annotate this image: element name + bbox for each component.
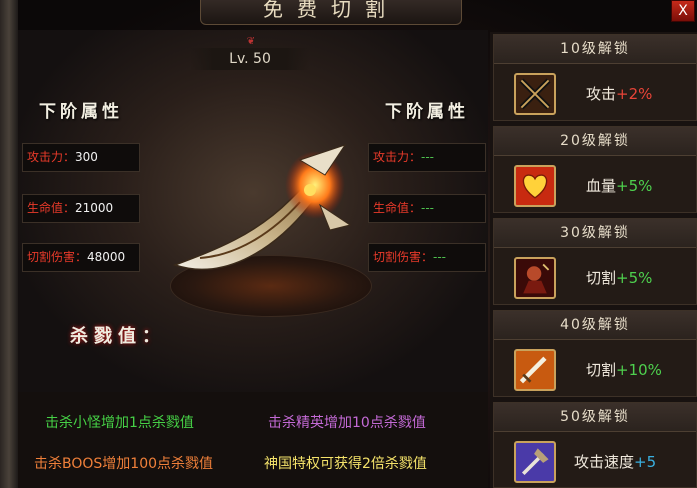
unlock-bonus: +5	[634, 453, 657, 471]
unlock-stat: 血量+5%	[586, 175, 652, 196]
unlock-bonus: +10%	[616, 361, 662, 379]
stat-label: 切割伤害：	[27, 250, 88, 264]
axe-icon	[514, 441, 556, 483]
heart-icon	[514, 165, 556, 207]
right-stat-cut-damage: 切割伤害：---	[368, 243, 486, 272]
stat-label: 攻击力：	[27, 150, 76, 164]
stat-value: 48000	[87, 250, 126, 264]
hint-text: 神国特权可获得2倍杀戮值	[264, 456, 427, 472]
unlock-stat-name: 切割	[586, 361, 617, 379]
sword-icon	[514, 349, 556, 391]
hint-text: 击杀BOOS增加100点杀戮值	[34, 456, 214, 472]
unlock-title: 10级解锁	[494, 35, 696, 64]
stat-value: ---	[421, 150, 435, 164]
unlock-card-10: 10级解锁 攻击+2%	[493, 34, 697, 121]
left-border	[0, 0, 18, 488]
unlock-stat: 切割+10%	[586, 359, 662, 380]
left-stat-attack: 攻击力：300	[22, 143, 140, 172]
unlock-card-30: 30级解锁 切割+5%	[493, 218, 697, 305]
kill-value-label: 杀戮值：	[70, 326, 166, 347]
stat-value: 300	[75, 150, 98, 164]
stat-label: 攻击力：	[373, 150, 422, 164]
close-button[interactable]: X	[671, 0, 695, 22]
right-stat-hp: 生命值：---	[368, 194, 486, 223]
stat-value: 21000	[75, 201, 114, 215]
left-attr-heading: 下阶属性	[39, 102, 123, 122]
warrior-icon	[514, 257, 556, 299]
unlock-card-20: 20级解锁 血量+5%	[493, 126, 697, 213]
unlock-card-50: 50级解锁 攻击速度+5	[493, 402, 697, 488]
crossed-swords-icon	[514, 73, 556, 115]
unlock-stat: 攻击速度+5	[574, 451, 656, 472]
stat-label: 切割伤害：	[373, 250, 434, 264]
unlock-bonus: +5%	[616, 269, 653, 287]
stat-value: ---	[433, 250, 447, 264]
left-stat-cut-damage: 切割伤害：48000	[22, 243, 140, 272]
unlock-title: 50级解锁	[494, 403, 696, 432]
window-frame: 免费切割 X ❦ Lv. 50 下阶属性 攻击力：300 生命值：21000 切…	[0, 0, 697, 488]
unlock-stat: 切割+5%	[586, 267, 652, 288]
unlock-stat-name: 切割	[586, 269, 617, 287]
stat-label: 生命值：	[27, 201, 76, 215]
unlock-title: 20级解锁	[494, 127, 696, 156]
blade-weapon-icon	[172, 144, 352, 270]
hint-area	[18, 392, 488, 488]
ornament-icon: ❦	[246, 36, 256, 47]
level-badge: Lv. 50	[190, 48, 310, 70]
unlock-title: 40级解锁	[494, 311, 696, 340]
stat-label: 生命值：	[373, 201, 422, 215]
window-title: 免费切割	[200, 0, 462, 25]
unlock-stat-name: 攻击	[586, 85, 617, 103]
hint-text: 击杀精英增加10点杀戮值	[268, 415, 426, 431]
unlock-stat-name: 血量	[586, 177, 617, 195]
unlock-bonus: +2%	[616, 85, 653, 103]
right-attr-heading: 下阶属性	[385, 102, 469, 122]
unlock-card-40: 40级解锁 切割+10%	[493, 310, 697, 397]
hint-text: 击杀小怪增加1点杀戮值	[45, 415, 194, 431]
unlock-stat: 攻击+2%	[586, 83, 652, 104]
right-stat-attack: 攻击力：---	[368, 143, 486, 172]
stat-value: ---	[421, 201, 435, 215]
unlock-bonus: +5%	[616, 177, 653, 195]
left-stat-hp: 生命值：21000	[22, 194, 140, 223]
unlock-stat-name: 攻击速度	[574, 453, 635, 471]
unlock-title: 30级解锁	[494, 219, 696, 248]
